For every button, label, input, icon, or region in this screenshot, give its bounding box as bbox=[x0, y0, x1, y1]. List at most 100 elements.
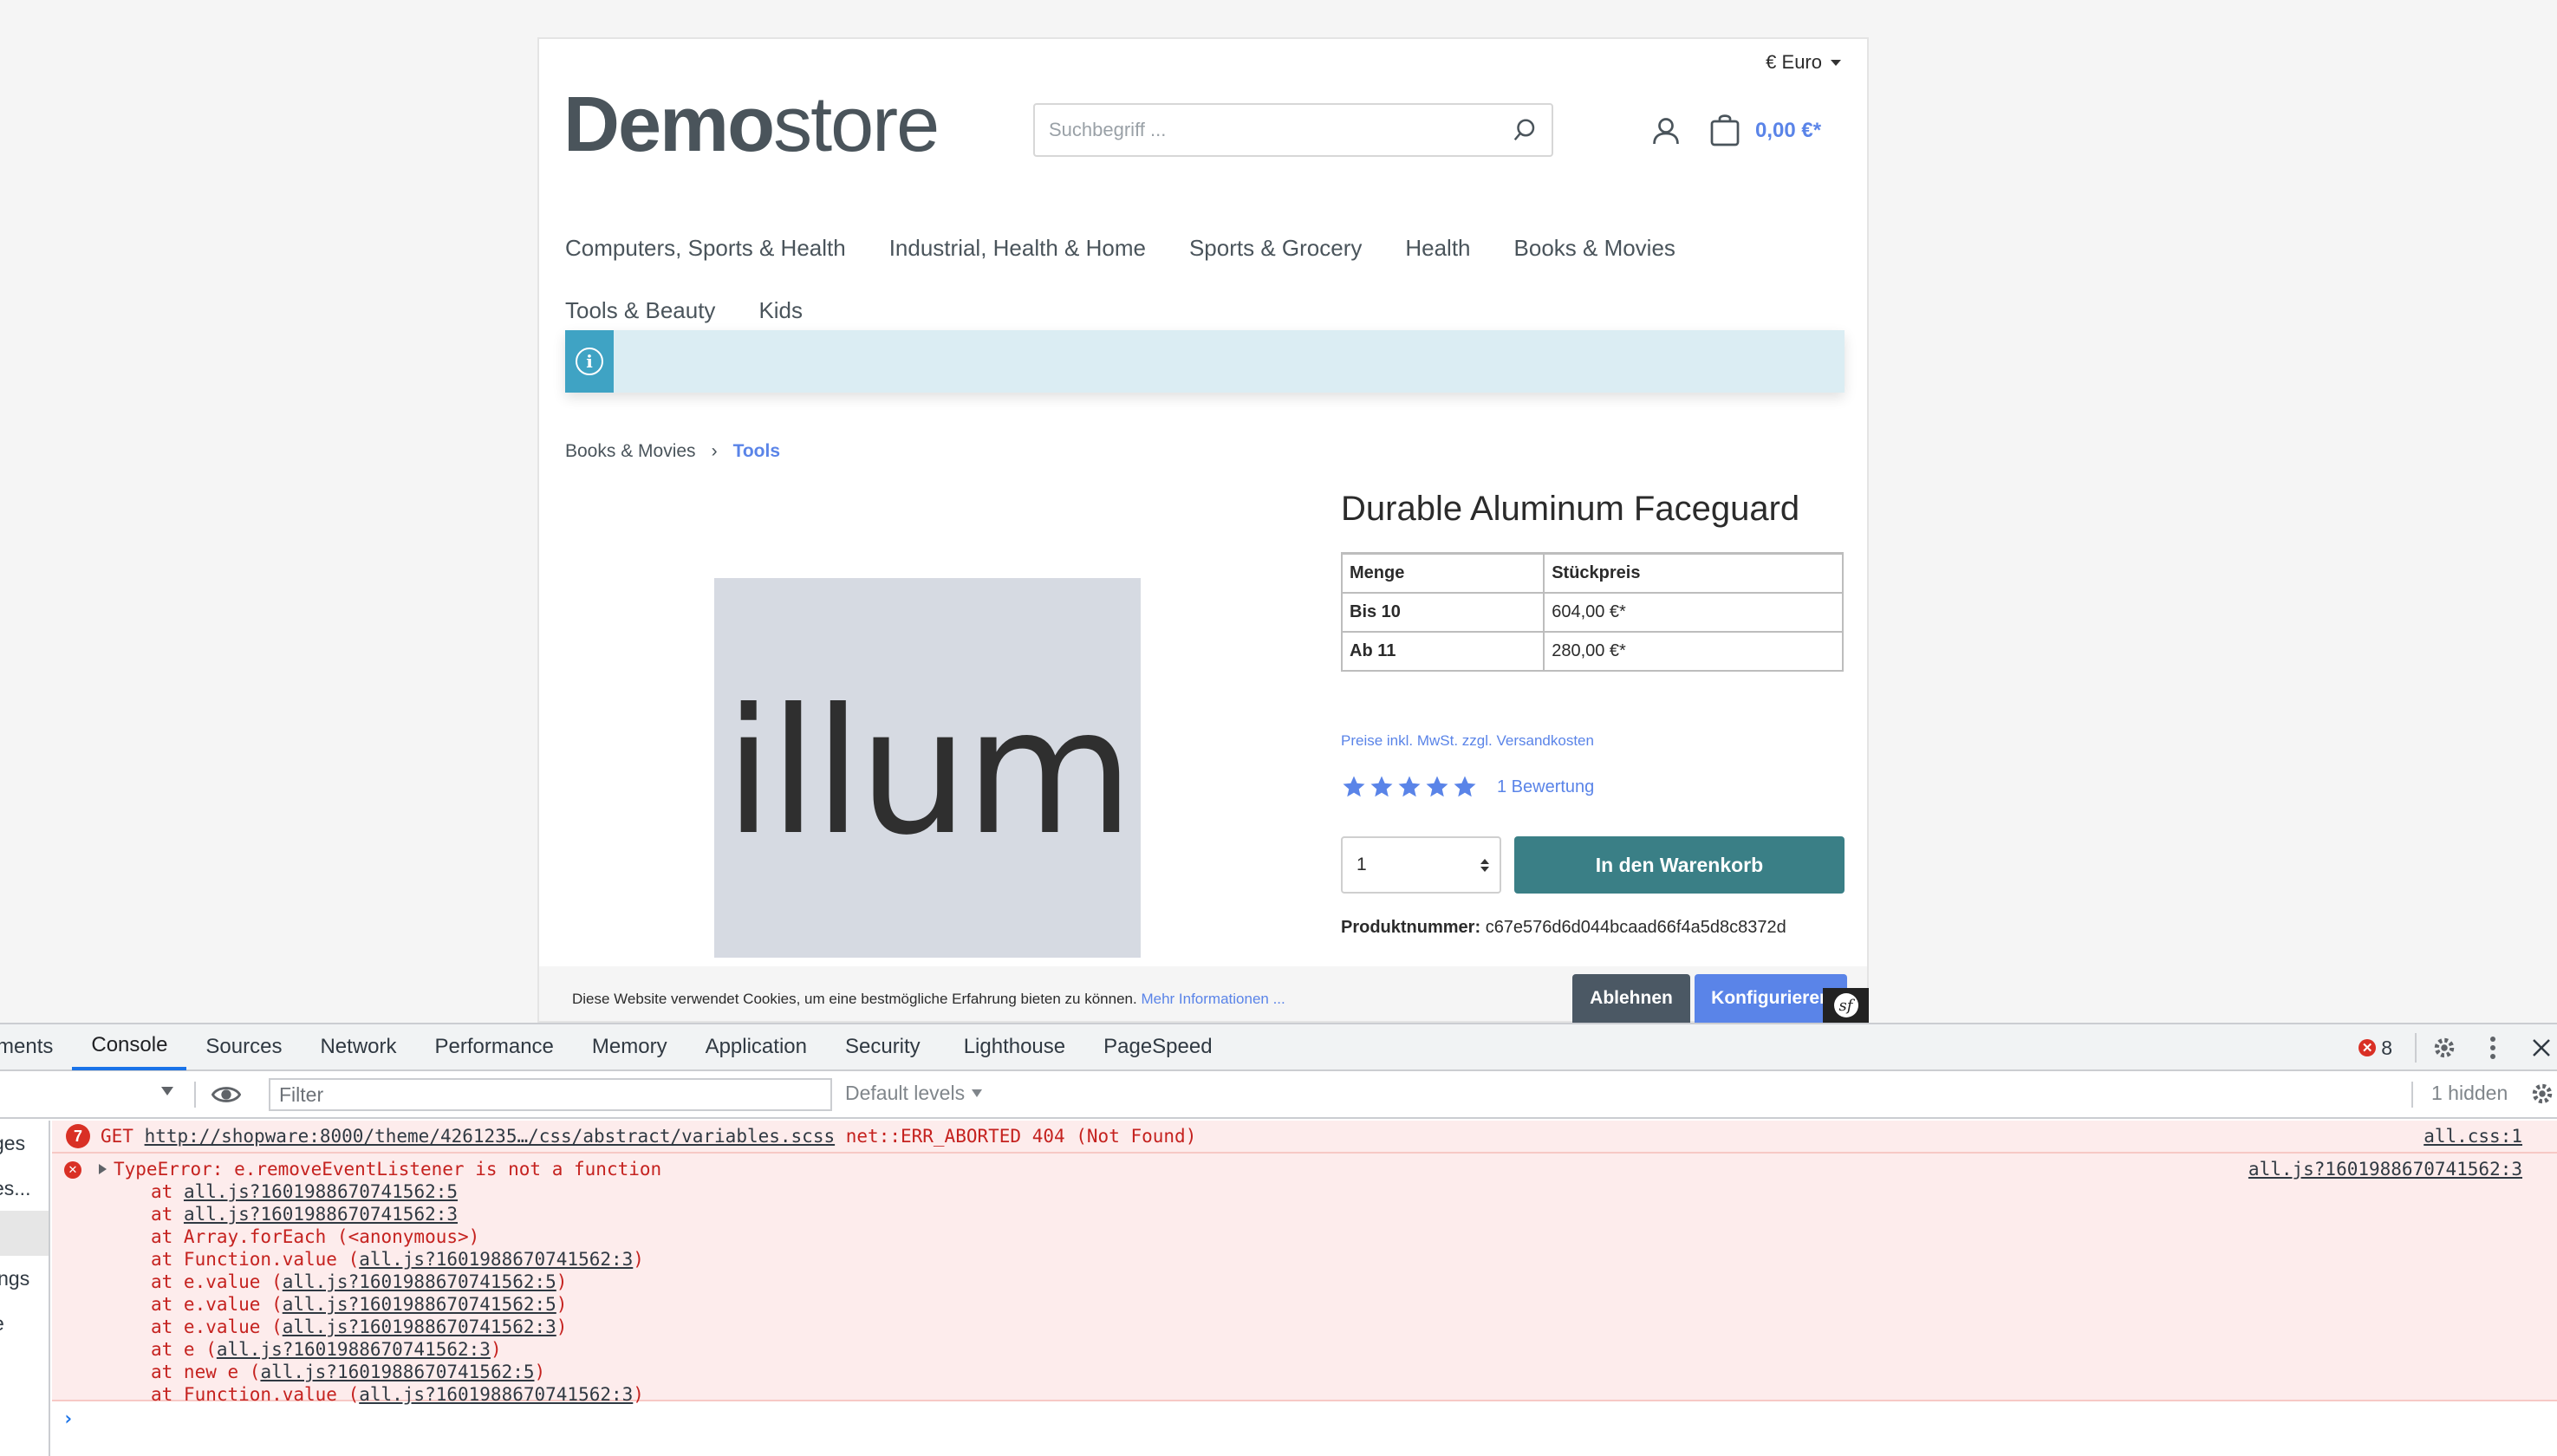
product-image[interactable]: illum bbox=[714, 578, 1141, 958]
stack-frame-link[interactable]: all.js?1601988670741562:3 bbox=[359, 1249, 633, 1270]
stack-frame-text: at bbox=[151, 1181, 184, 1202]
stack-frame-text: at e.value ( bbox=[151, 1294, 283, 1315]
hidden-messages-count: 1 hidden bbox=[2431, 1082, 2508, 1104]
stack-frame-link[interactable]: all.js?1601988670741562:3 bbox=[217, 1339, 491, 1360]
rating-stars bbox=[1341, 774, 1478, 800]
caret-down-icon bbox=[972, 1089, 983, 1097]
store-logo[interactable]: Demostore bbox=[563, 86, 940, 164]
error-message: net::ERR_ABORTED 404 (Not Found) bbox=[845, 1126, 1197, 1147]
tab-memory[interactable]: Memory bbox=[573, 1024, 686, 1070]
tab-pagespeed[interactable]: PageSpeed bbox=[1084, 1024, 1231, 1070]
stack-frame-link[interactable]: all.js?1601988670741562:5 bbox=[283, 1294, 556, 1315]
tab-elements[interactable]: ments bbox=[0, 1024, 72, 1070]
console-toolbar: Default levels 1 hidden bbox=[0, 1071, 2557, 1119]
source-link[interactable]: all.css:1 bbox=[2424, 1126, 2522, 1147]
stack-frame-link[interactable]: all.js?1601988670741562:3 bbox=[359, 1384, 633, 1405]
stack-frame-link[interactable]: all.js?1601988670741562:3 bbox=[283, 1316, 556, 1337]
error-icon: ✕ bbox=[2359, 1039, 2377, 1056]
stack-frame-suffix: ) bbox=[633, 1384, 644, 1405]
cart-icon[interactable] bbox=[1709, 112, 1740, 146]
nav-item-computers-sports-health[interactable]: Computers, Sports & Health bbox=[565, 235, 846, 262]
sidebar-item-messages[interactable]: ges bbox=[0, 1121, 49, 1166]
tab-network[interactable]: Network bbox=[301, 1024, 415, 1070]
product-image-text: illum bbox=[724, 671, 1134, 874]
tab-console[interactable]: Console bbox=[72, 1024, 187, 1070]
search-icon[interactable] bbox=[1512, 117, 1538, 143]
info-alert-icon-area: i bbox=[565, 330, 614, 393]
tab-application[interactable]: Application bbox=[686, 1024, 826, 1070]
star-icon bbox=[1426, 776, 1448, 797]
source-link[interactable]: all.js?1601988670741562:3 bbox=[2248, 1159, 2522, 1180]
nav-item-health[interactable]: Health bbox=[1405, 235, 1470, 262]
cookie-notice: Diese Website verwendet Cookies, um eine… bbox=[572, 991, 1285, 1008]
breadcrumb: Books & Movies › Tools bbox=[565, 441, 780, 462]
nav-item-books-movies[interactable]: Books & Movies bbox=[1514, 235, 1675, 262]
nav-item-industrial-health-home[interactable]: Industrial, Health & Home bbox=[889, 235, 1146, 262]
stack-frame-link[interactable]: all.js?1601988670741562:5 bbox=[260, 1362, 534, 1382]
tab-security[interactable]: Security bbox=[826, 1024, 940, 1070]
stack-frame-suffix: ) bbox=[490, 1339, 502, 1360]
request-url-link[interactable]: http://shopware:8000/theme/4261235…/css/… bbox=[145, 1126, 836, 1147]
nav-item-sports-grocery[interactable]: Sports & Grocery bbox=[1189, 235, 1362, 262]
chevron-right-icon: › bbox=[711, 441, 718, 461]
console-filter-input[interactable] bbox=[269, 1078, 832, 1111]
price-table-header-price: Stückpreis bbox=[1543, 552, 1844, 594]
cookie-deny-button[interactable]: Ablehnen bbox=[1572, 974, 1690, 1023]
request-method: GET bbox=[101, 1126, 133, 1147]
quantity-select[interactable]: 1 bbox=[1341, 836, 1501, 894]
add-to-cart-button[interactable]: In den Warenkorb bbox=[1514, 836, 1845, 894]
stack-frame-link[interactable]: all.js?1601988670741562:5 bbox=[283, 1271, 556, 1292]
stack-frame-link[interactable]: all.js?1601988670741562:3 bbox=[184, 1204, 458, 1225]
console-output: 7 GET http://shopware:8000/theme/4261235… bbox=[52, 1121, 2557, 1456]
tab-lighthouse[interactable]: Lighthouse bbox=[945, 1024, 1084, 1070]
context-dropdown-icon[interactable] bbox=[161, 1087, 173, 1095]
user-icon[interactable] bbox=[1650, 115, 1682, 146]
sidebar-item-verbose[interactable]: e bbox=[0, 1301, 49, 1346]
tab-performance[interactable]: Performance bbox=[416, 1024, 573, 1070]
search-input[interactable] bbox=[1049, 119, 1512, 141]
logo-light: store bbox=[773, 81, 940, 168]
spinner-icon bbox=[1480, 858, 1489, 872]
stack-frame-text: at bbox=[151, 1204, 184, 1225]
divider bbox=[2415, 1033, 2417, 1063]
error-counter[interactable]: ✕ 8 bbox=[2359, 1037, 2392, 1060]
console-settings-icon[interactable] bbox=[2529, 1081, 2555, 1107]
console-sidebar: ges es... ings e bbox=[0, 1121, 50, 1456]
stack-frame-text: at Array.forEach (<anonymous>) bbox=[151, 1226, 480, 1247]
nav-item-tools-beauty[interactable]: Tools & Beauty bbox=[565, 297, 715, 324]
sidebar-item-errors[interactable] bbox=[0, 1211, 49, 1256]
stack-frame: at all.js?1601988670741562:3 bbox=[66, 1203, 2557, 1225]
prompt-chevron-icon: › bbox=[62, 1407, 75, 1430]
store-page: € Euro Demostore 0,00 €* Computers, Spor… bbox=[537, 37, 1869, 1023]
currency-selector[interactable]: € Euro bbox=[1766, 51, 1841, 74]
error-count: 8 bbox=[2381, 1036, 2392, 1059]
expand-triangle-icon[interactable] bbox=[99, 1163, 107, 1174]
stack-frame: at all.js?1601988670741562:5 bbox=[66, 1180, 2557, 1203]
error-count-badge: 7 bbox=[66, 1124, 90, 1148]
breadcrumb-parent[interactable]: Books & Movies bbox=[565, 441, 696, 462]
symfony-toolbar-badge[interactable]: sf bbox=[1823, 988, 1869, 1023]
stack-frame-text: at e.value ( bbox=[151, 1271, 283, 1292]
sidebar-item-user-messages[interactable]: es... bbox=[0, 1166, 49, 1211]
more-vert-icon[interactable] bbox=[2479, 1034, 2507, 1062]
breadcrumb-current[interactable]: Tools bbox=[733, 441, 780, 462]
product-rating: 1 Bewertung bbox=[1341, 774, 1594, 800]
price-table-row: Bis 10 604,00 €* bbox=[1340, 591, 1844, 633]
close-icon[interactable] bbox=[2528, 1034, 2555, 1062]
log-levels-dropdown[interactable]: Default levels bbox=[845, 1082, 983, 1105]
caret-down-icon bbox=[1831, 59, 1841, 66]
rating-link[interactable]: 1 Bewertung bbox=[1497, 777, 1594, 797]
error-header[interactable]: TypeError: e.removeEventListener is not … bbox=[66, 1157, 2557, 1180]
search-box bbox=[1033, 103, 1553, 157]
nav-item-kids[interactable]: Kids bbox=[758, 297, 803, 324]
stack-frame-link[interactable]: all.js?1601988670741562:5 bbox=[184, 1181, 458, 1202]
log-levels-label: Default levels bbox=[845, 1082, 966, 1104]
gear-icon[interactable] bbox=[2430, 1034, 2458, 1062]
tax-note-link[interactable]: Preise inkl. MwSt. zzgl. Versandkosten bbox=[1341, 732, 1594, 750]
console-prompt[interactable]: › bbox=[52, 1401, 2557, 1436]
tab-sources[interactable]: Sources bbox=[186, 1024, 301, 1070]
eye-icon[interactable] bbox=[211, 1082, 241, 1108]
cart-total[interactable]: 0,00 €* bbox=[1755, 119, 1821, 143]
sidebar-item-warnings[interactable]: ings bbox=[0, 1256, 49, 1301]
cookie-more-info-link[interactable]: Mehr Informationen ... bbox=[1141, 991, 1285, 1007]
